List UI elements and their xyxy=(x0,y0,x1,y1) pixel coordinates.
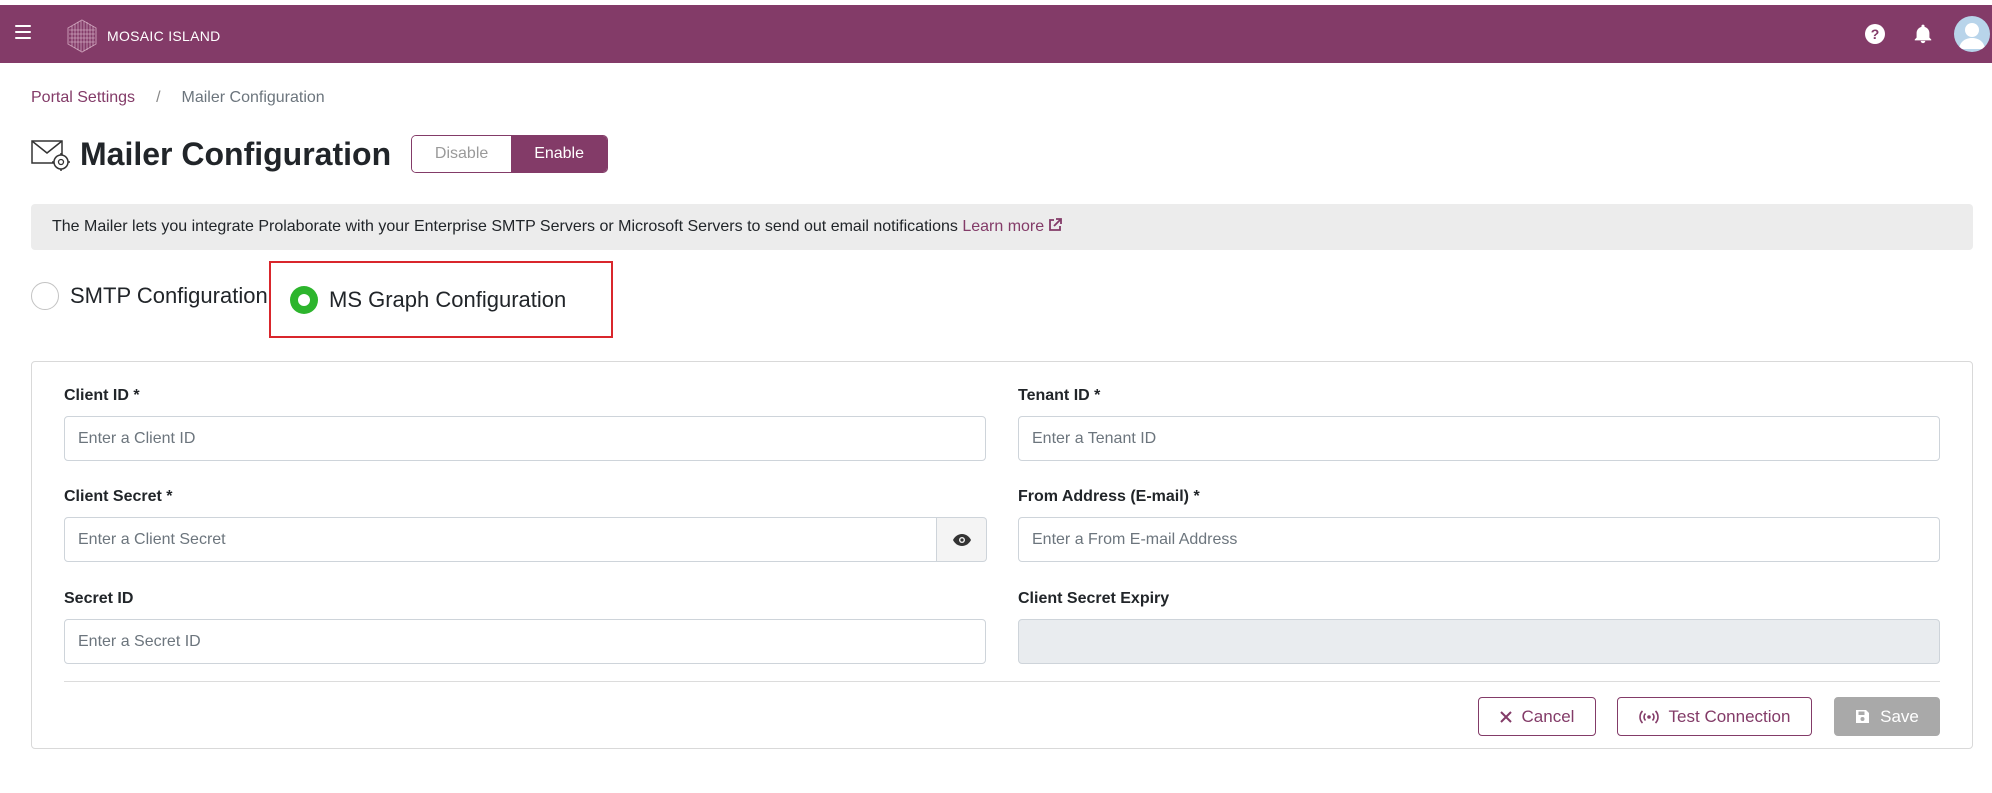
test-connection-label: Test Connection xyxy=(1668,706,1791,726)
radio-label-smtp: SMTP Configuration xyxy=(70,283,268,308)
client-id-label: Client ID * xyxy=(64,387,140,404)
radio-smtp-configuration[interactable]: SMTP Configuration xyxy=(31,282,268,310)
radio-checked-icon xyxy=(290,286,318,314)
client-id-input[interactable]: Enter a Client ID xyxy=(64,416,986,461)
breadcrumb-portal-settings[interactable]: Portal Settings xyxy=(31,89,135,107)
menu-icon[interactable] xyxy=(15,25,31,39)
from-address-label: From Address (E-mail) * xyxy=(1018,488,1200,505)
mosaic-logo-icon xyxy=(67,19,97,53)
cancel-label: Cancel xyxy=(1521,706,1575,726)
config-type-radio-group: SMTP Configuration xyxy=(31,282,268,310)
save-label: Save xyxy=(1880,706,1919,726)
save-icon xyxy=(1856,710,1870,723)
secret-id-label: Secret ID xyxy=(64,590,134,607)
client-secret-input[interactable]: Enter a Client Secret xyxy=(64,517,937,562)
save-button[interactable]: Save xyxy=(1834,697,1940,736)
test-connection-button[interactable]: Test Connection xyxy=(1617,697,1812,736)
broadcast-icon xyxy=(1638,709,1659,724)
help-icon[interactable]: ? xyxy=(1865,24,1885,44)
brand-name: MOSAIC ISLAND xyxy=(107,28,221,44)
brand-logo[interactable]: MOSAIC ISLAND xyxy=(64,18,221,54)
breadcrumb-separator: / xyxy=(156,89,161,106)
external-link-icon xyxy=(1049,218,1063,231)
from-address-input[interactable]: Enter a From E-mail Address xyxy=(1018,517,1940,562)
client-secret-expiry-input xyxy=(1018,619,1940,664)
eye-icon xyxy=(952,533,971,546)
enable-button[interactable]: Enable xyxy=(511,136,608,172)
tenant-id-input[interactable]: Enter a Tenant ID xyxy=(1018,416,1940,461)
disable-button[interactable]: Disable xyxy=(412,136,512,172)
enable-disable-toggle: Disable Enable xyxy=(411,135,609,173)
radio-ms-graph-configuration[interactable]: MS Graph Configuration xyxy=(290,286,566,314)
info-text: The Mailer lets you integrate Prolaborat… xyxy=(52,218,958,235)
radio-label-ms-graph: MS Graph Configuration xyxy=(329,287,567,312)
radio-unchecked-icon xyxy=(31,282,59,310)
cancel-button[interactable]: Cancel xyxy=(1478,697,1596,736)
bell-icon[interactable] xyxy=(1912,23,1934,45)
client-secret-expiry-label: Client Secret Expiry xyxy=(1018,590,1170,607)
top-navbar: MOSAIC ISLAND ? xyxy=(0,5,1992,63)
ms-graph-form: Client ID * Enter a Client ID Tenant ID … xyxy=(31,361,1973,749)
close-icon xyxy=(1499,710,1512,723)
client-secret-label: Client Secret * xyxy=(64,488,173,505)
breadcrumb: Portal Settings / Mailer Configuration xyxy=(31,89,325,107)
secret-id-input[interactable]: Enter a Secret ID xyxy=(64,619,986,664)
show-secret-button[interactable] xyxy=(937,517,987,562)
learn-more-label: Learn more xyxy=(962,218,1045,235)
form-divider xyxy=(64,681,1940,682)
page-title: Mailer Configuration xyxy=(80,135,392,172)
avatar-icon xyxy=(1959,23,1985,49)
mail-settings-icon xyxy=(31,140,70,171)
info-banner: The Mailer lets you integrate Prolaborat… xyxy=(31,204,1973,250)
page-header: Mailer Configuration Disable Enable xyxy=(31,135,609,173)
tenant-id-label: Tenant ID * xyxy=(1018,387,1101,404)
avatar[interactable] xyxy=(1954,16,1990,52)
learn-more-link[interactable]: Learn more xyxy=(962,218,1063,235)
breadcrumb-current: Mailer Configuration xyxy=(181,89,325,106)
